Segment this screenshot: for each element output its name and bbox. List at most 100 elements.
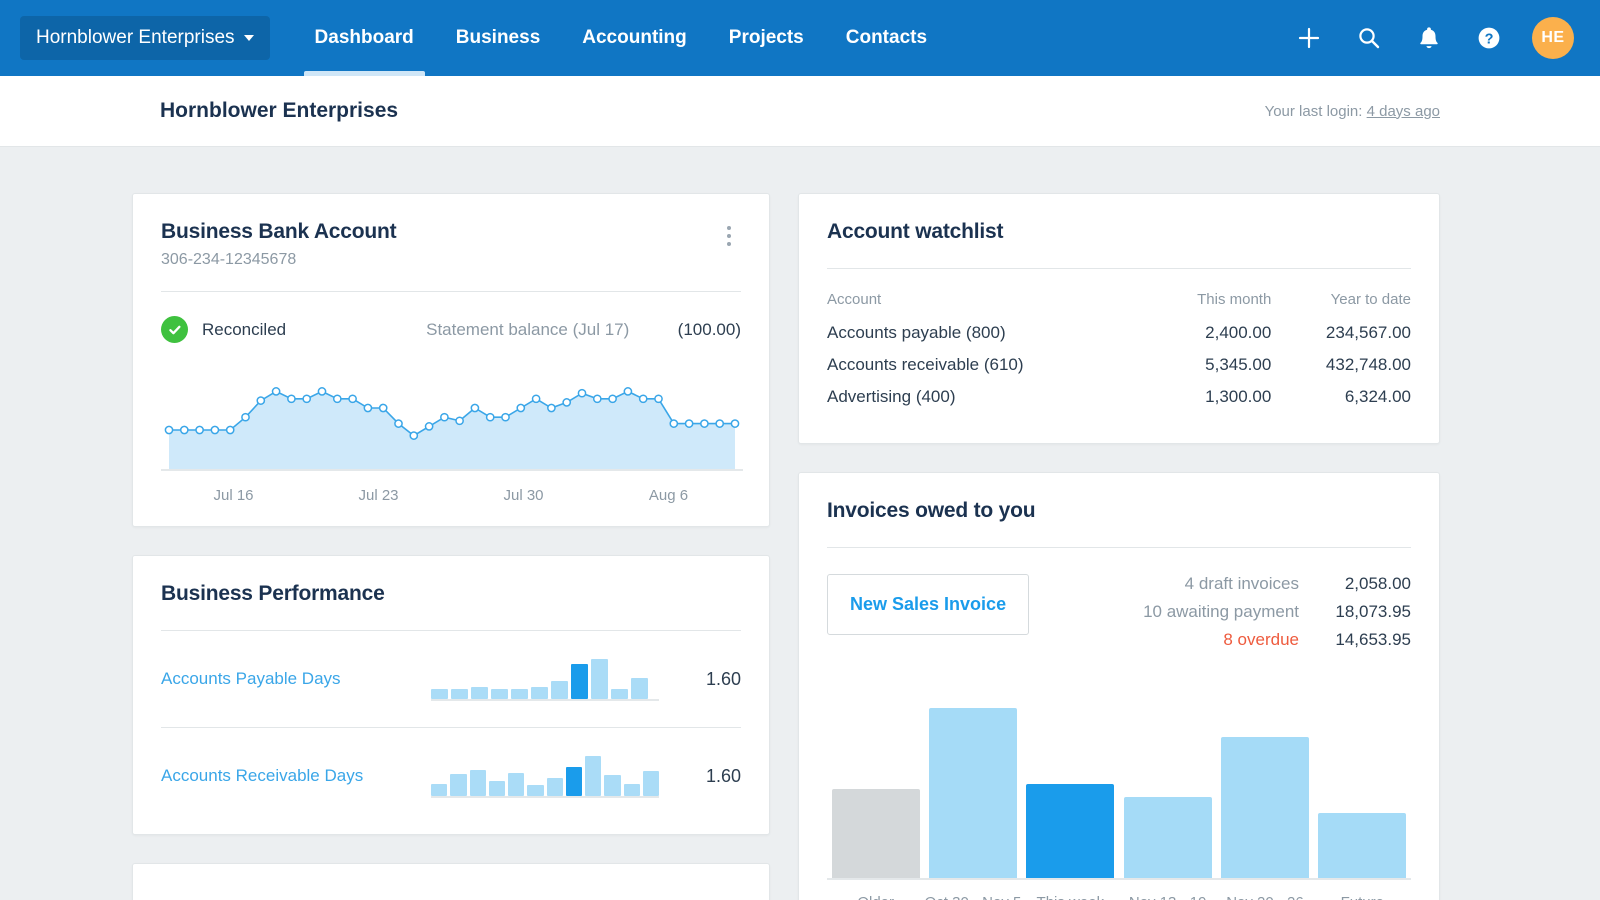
invoices-summary-row: New Sales Invoice 4 draft invoices 2,058…: [827, 574, 1411, 658]
invoice-stat-label: 4 draft invoices: [1184, 574, 1299, 593]
sparkline-bar: [546, 778, 563, 796]
check-circle-icon: [161, 316, 188, 343]
sparkline-bar: [450, 773, 467, 796]
bar: [1220, 737, 1309, 878]
sparkline-bar: [642, 771, 659, 796]
sparkline-bar: [531, 687, 548, 699]
sparkline-bar: [469, 769, 486, 796]
column-header-this-month: This month: [1197, 291, 1272, 308]
plus-icon[interactable]: [1292, 21, 1326, 55]
invoices-bar-chart[interactable]: [827, 680, 1411, 880]
account-watchlist-title: Account watchlist: [827, 220, 1004, 243]
bar-cell[interactable]: [1022, 680, 1119, 878]
nav-actions: ? HE: [1292, 17, 1580, 59]
business-performance-card: Business Performance Accounts Payable Da…: [132, 555, 770, 835]
nav-tab-label: Contacts: [845, 27, 928, 48]
cell-this-month: 1,300.00: [1205, 387, 1272, 406]
bar-cell[interactable]: [1119, 680, 1216, 878]
avatar[interactable]: HE: [1532, 17, 1574, 59]
sparkline-bar: [488, 780, 505, 796]
cell-account: Advertising (400): [827, 387, 956, 406]
avatar-initials: HE: [1541, 29, 1565, 46]
svg-text:?: ?: [1485, 31, 1494, 47]
bar-cell[interactable]: [1216, 680, 1313, 878]
search-icon[interactable]: [1352, 21, 1386, 55]
sparkline-bar: [565, 767, 582, 796]
sparkline-bar: [491, 688, 508, 699]
bank-chart-x-axis: Jul 16 Jul 23 Jul 30 Aug 6: [161, 487, 741, 504]
x-tick-label: Older: [827, 894, 924, 900]
x-tick-label: Oct 30 - Nov 5: [924, 894, 1022, 900]
divider: [827, 547, 1411, 548]
statement-balance-value: (100.00): [677, 319, 741, 339]
bank-account-number: 306-234-12345678: [161, 251, 297, 268]
bell-icon[interactable]: [1412, 21, 1446, 55]
organisation-switcher-label: Hornblower Enterprises: [36, 27, 235, 48]
sparkline-bar: [591, 659, 608, 699]
nav-tab-business[interactable]: Business: [435, 0, 561, 76]
nav-tab-accounting[interactable]: Accounting: [561, 0, 708, 76]
performance-row-receivable: Accounts Receivable Days 1.60: [161, 728, 741, 824]
x-tick-label: Aug 6: [648, 487, 689, 504]
table-header-row: Account This month Year to date: [827, 291, 1411, 317]
bank-balance-area-chart[interactable]: Jul 16 Jul 23 Jul 30 Aug 6: [161, 351, 743, 504]
nav-tab-label: Projects: [728, 27, 804, 48]
table-row[interactable]: Accounts receivable (610) 5,345.00 432,7…: [827, 349, 1411, 381]
invoices-stats: 4 draft invoices 2,058.00 10 awaiting pa…: [1143, 574, 1411, 658]
accounts-receivable-sparkline: [431, 754, 659, 798]
last-login-link[interactable]: 4 days ago: [1367, 103, 1440, 120]
accounts-payable-sparkline: [431, 657, 659, 701]
table-row[interactable]: Accounts payable (800) 2,400.00 234,567.…: [827, 317, 1411, 349]
invoice-stat-overdue[interactable]: 8 overdue 14,653.95: [1143, 630, 1411, 650]
bar-cell[interactable]: [827, 680, 924, 878]
nav-tab-contacts[interactable]: Contacts: [825, 0, 948, 76]
x-tick-label: Nov 13 - 19: [1119, 894, 1216, 900]
sparkline-bar: [571, 664, 588, 699]
chevron-down-icon: [243, 35, 254, 41]
accounts-receivable-days-link[interactable]: Accounts Receivable Days: [161, 766, 431, 786]
sparkline-bar: [431, 688, 448, 699]
page-title: Hornblower Enterprises: [160, 99, 399, 122]
sparkline-bar: [527, 785, 544, 796]
nav-tab-projects[interactable]: Projects: [708, 0, 825, 76]
x-tick-label: Jul 16: [213, 487, 254, 504]
invoice-stat-label: 8 overdue: [1223, 630, 1299, 649]
bar: [1026, 783, 1115, 878]
dashboard-board: Business Bank Account 306-234-12345678 R…: [0, 147, 1600, 900]
bar-cell[interactable]: [1314, 680, 1411, 878]
sparkline-bar: [551, 680, 568, 699]
sparkline-bar: [508, 772, 525, 796]
kebab-menu-icon[interactable]: [717, 220, 741, 252]
accounts-payable-days-value: 1.60: [705, 668, 741, 689]
help-icon[interactable]: ?: [1472, 21, 1506, 55]
sparkline-bar: [623, 783, 640, 796]
business-bank-account-card: Business Bank Account 306-234-12345678 R…: [132, 193, 770, 527]
column-header-year-to-date: Year to date: [1330, 291, 1411, 308]
column-header-account: Account: [827, 291, 882, 308]
invoice-stat-awaiting[interactable]: 10 awaiting payment 18,073.95: [1143, 602, 1411, 622]
bar: [928, 707, 1017, 878]
x-tick-label: This week: [1022, 894, 1119, 900]
invoices-owed-to-you-card: Invoices owed to you New Sales Invoice 4…: [798, 472, 1440, 900]
invoice-stat-amount: 18,073.95: [1335, 602, 1411, 621]
next-dashboard-card-placeholder: [132, 863, 770, 900]
dashboard-column-left: Business Bank Account 306-234-12345678 R…: [132, 193, 770, 900]
bank-account-title: Business Bank Account: [161, 220, 397, 243]
reconciled-label: Reconciled: [202, 319, 287, 339]
nav-tab-label: Dashboard: [314, 27, 414, 48]
nav-tab-dashboard[interactable]: Dashboard: [294, 0, 435, 76]
cell-ytd: 432,748.00: [1325, 355, 1411, 374]
sparkline-bar: [611, 688, 628, 699]
organisation-switcher[interactable]: Hornblower Enterprises: [20, 16, 270, 60]
invoice-stat-amount: 2,058.00: [1344, 574, 1411, 593]
accounts-payable-days-link[interactable]: Accounts Payable Days: [161, 669, 431, 689]
new-sales-invoice-button[interactable]: New Sales Invoice: [827, 574, 1030, 635]
sparkline-bar: [585, 756, 602, 796]
bar-cell[interactable]: [924, 680, 1021, 878]
accounts-receivable-days-value: 1.60: [705, 765, 741, 786]
table-row[interactable]: Advertising (400) 1,300.00 6,324.00: [827, 381, 1411, 413]
cell-ytd: 234,567.00: [1325, 323, 1411, 342]
invoice-stat-draft[interactable]: 4 draft invoices 2,058.00: [1143, 574, 1411, 594]
x-tick-label: Jul 23: [358, 487, 399, 504]
bar: [1318, 812, 1407, 878]
